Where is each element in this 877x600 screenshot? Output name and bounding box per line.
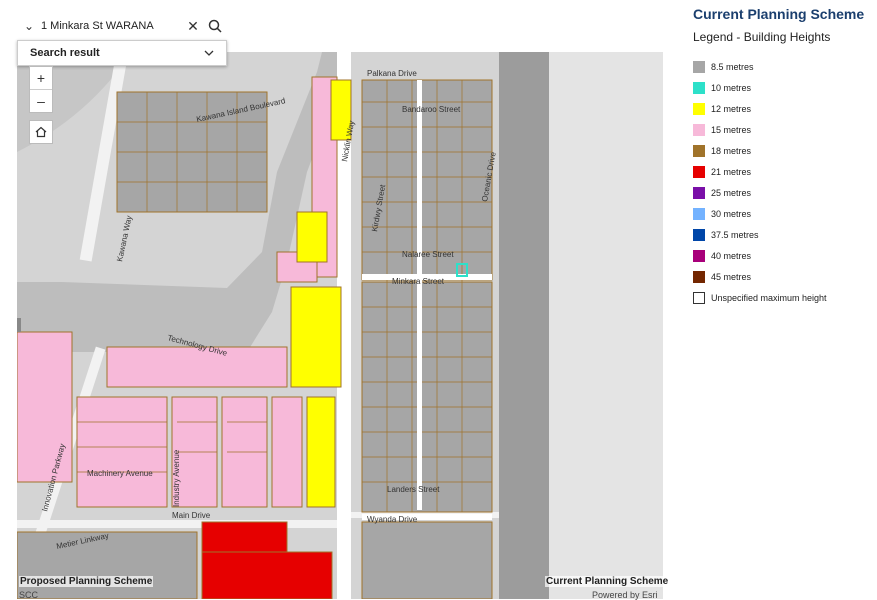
legend-label: 10 metres (711, 82, 752, 93)
street-label: Palkana Drive (367, 69, 417, 78)
legend-swatch (693, 102, 705, 115)
chevron-down-icon[interactable]: ⌄ (17, 19, 41, 33)
legend-title: Current Planning Scheme (693, 6, 865, 22)
street-label: Wyanda Drive (367, 515, 418, 524)
legend-item: Unspecified maximum height (693, 287, 873, 308)
legend-swatch (693, 81, 705, 94)
legend-item: 45 metres (693, 266, 873, 287)
proposed-scheme-label: Proposed Planning Scheme (19, 576, 154, 587)
search-icon[interactable] (203, 19, 227, 33)
search-result-dropdown[interactable]: Search result (17, 40, 227, 66)
street-label: Landers Street (387, 485, 440, 494)
legend-item: 18 metres (693, 140, 873, 161)
legend-swatch (693, 144, 705, 157)
chevron-down-icon[interactable] (204, 47, 214, 59)
beach-area (549, 52, 663, 599)
close-icon[interactable]: ✕ (183, 18, 203, 35)
search-result-label: Search result (30, 47, 100, 59)
legend-label: 21 metres (711, 166, 752, 177)
legend-swatch (693, 249, 705, 262)
street-label: Industry Avenue (172, 449, 181, 507)
legend-label: 40 metres (711, 250, 752, 261)
search-input[interactable]: 1 Minkara St WARANA (41, 20, 183, 32)
legend-item: 40 metres (693, 245, 873, 266)
map-view[interactable]: Palkana Drive Bandaroo Street Nicklin Wa… (17, 52, 663, 599)
legend-label: 18 metres (711, 145, 752, 156)
zoom-out-button[interactable]: – (30, 89, 52, 112)
legend-label: Unspecified maximum height (711, 292, 827, 303)
current-scheme-label: Current Planning Scheme (545, 576, 670, 587)
legend-label: 45 metres (711, 271, 752, 282)
legend-swatch (693, 270, 705, 283)
legend-item: 15 metres (693, 119, 873, 140)
street-label: Main Drive (172, 511, 211, 520)
legend-item: 10 metres (693, 77, 873, 98)
legend-label: 15 metres (711, 124, 752, 135)
legend-swatch (693, 186, 705, 199)
swipe-handle[interactable] (17, 318, 21, 332)
legend-label: 30 metres (711, 208, 752, 219)
street-label: Nalaree Street (402, 250, 454, 259)
legend-swatch (693, 207, 705, 220)
ocean-area (499, 52, 549, 599)
legend-swatch (693, 123, 705, 136)
legend-item: 8.5 metres (693, 56, 873, 77)
legend-swatch (693, 291, 705, 304)
legend-item: 21 metres (693, 161, 873, 182)
legend-panel: Current Planning Scheme Legend - Buildin… (693, 6, 873, 308)
legend-item: 12 metres (693, 98, 873, 119)
street-label: Minkara Street (392, 277, 445, 286)
legend-swatch (693, 60, 705, 73)
legend-swatch (693, 228, 705, 241)
legend-item: 37.5 metres (693, 224, 873, 245)
legend-label: 37.5 metres (711, 229, 759, 240)
zoom-control: + – (29, 66, 53, 113)
legend-label: 25 metres (711, 187, 752, 198)
street-label: Bandaroo Street (402, 105, 461, 114)
legend-item: 30 metres (693, 203, 873, 224)
zoom-in-button[interactable]: + (30, 67, 52, 89)
legend-label: 8.5 metres (711, 61, 754, 72)
street-label: Machinery Avenue (87, 469, 153, 478)
legend-swatch (693, 165, 705, 178)
legend-label: 12 metres (711, 103, 752, 114)
search-bar[interactable]: ⌄ 1 Minkara St WARANA ✕ (17, 12, 227, 40)
legend-item: 25 metres (693, 182, 873, 203)
legend-subtitle: Legend - Building Heights (693, 30, 831, 44)
home-icon (35, 126, 47, 138)
map-canvas[interactable]: Palkana Drive Bandaroo Street Nicklin Wa… (17, 52, 663, 599)
home-button[interactable] (29, 120, 53, 144)
